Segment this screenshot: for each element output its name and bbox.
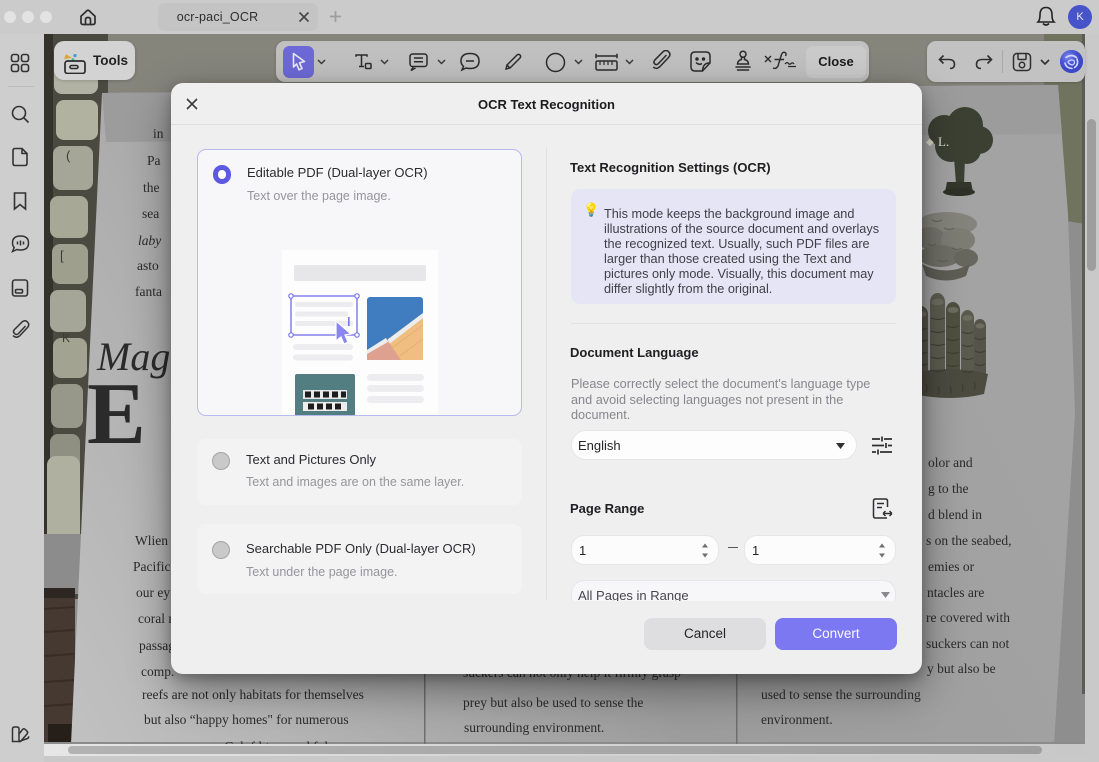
svg-text:◆: ◆: [926, 137, 934, 148]
svg-text:K: K: [62, 331, 70, 345]
svg-text:(: (: [66, 148, 71, 163]
svg-text:[: [: [60, 248, 64, 263]
svg-text:L.: L.: [938, 134, 949, 149]
